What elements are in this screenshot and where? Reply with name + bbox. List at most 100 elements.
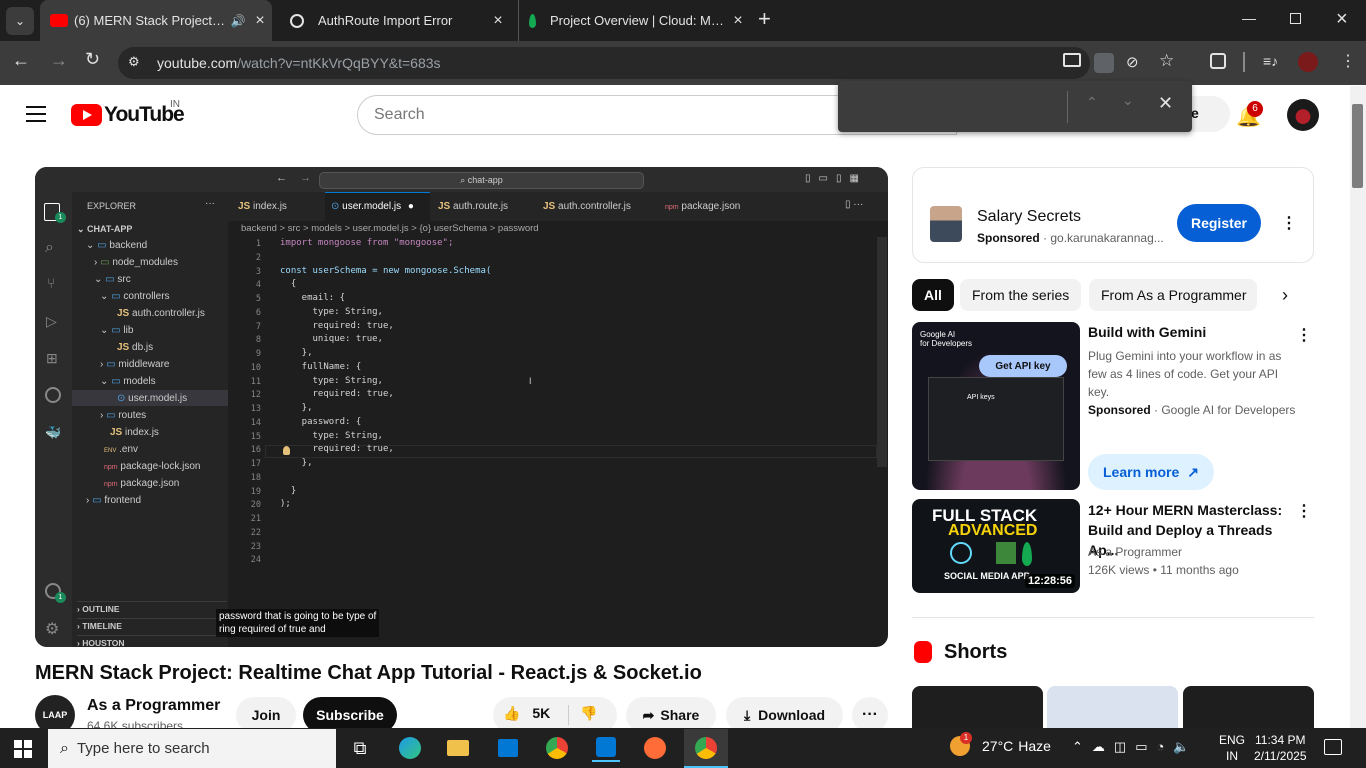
chrome-icon[interactable] [543, 734, 571, 762]
chip-from-as-a-programmer[interactable]: From As a Programmer [1089, 279, 1257, 311]
language-indicator[interactable]: ENG IN [1219, 732, 1245, 764]
code-line: unique: true, [280, 334, 383, 345]
short-thumbnail[interactable] [1183, 686, 1314, 728]
text-cursor-icon: I [529, 376, 532, 386]
video-menu-icon[interactable]: ⋮ [1296, 501, 1312, 521]
chip-from-series[interactable]: From the series [960, 279, 1082, 311]
show-hidden-icons[interactable]: ⌃ [1072, 739, 1092, 754]
eye-off-icon[interactable]: ⊘ [1126, 53, 1139, 71]
ad-menu-icon[interactable]: ⋮ [1281, 213, 1297, 233]
line-number: 14 [250, 417, 261, 428]
battery-icon[interactable]: ▭ [1135, 739, 1156, 754]
vscode-icon[interactable] [592, 734, 620, 762]
install-app-icon[interactable] [1063, 53, 1081, 67]
weather-widget[interactable]: 1 27°C Haze [950, 732, 1051, 756]
tab-title: AuthRoute Import Error [318, 13, 453, 28]
register-button[interactable]: Register [1177, 204, 1261, 242]
code-line: import mongoose from "mongoose"; [280, 238, 454, 248]
advertiser-name: Google AI for Developers [1161, 403, 1296, 417]
lang-code: ENG [1219, 733, 1246, 747]
site-info-icon[interactable]: ⚙ [128, 54, 140, 70]
notification-center-icon[interactable] [1324, 739, 1342, 755]
extensions-icon[interactable] [1210, 53, 1226, 69]
browser-tab-youtube[interactable]: (6) MERN Stack Project: Rea 🔊 × [40, 0, 272, 41]
learn-more-label: Learn more [1103, 464, 1180, 480]
browser-tab-mongodb[interactable]: Project Overview | Cloud: Mong × [518, 0, 750, 41]
ad-title[interactable]: Build with Gemini [1088, 324, 1206, 340]
tree-item: ⌄ ▭ models [100, 376, 156, 387]
channel-name[interactable]: As a Programmer [1088, 545, 1182, 559]
new-tab-button[interactable]: + [758, 8, 778, 32]
url-host: youtube.com [157, 55, 238, 71]
onedrive-icon[interactable]: ☁ [1092, 739, 1114, 754]
lens-icon[interactable] [1094, 53, 1114, 73]
minimize-button[interactable]: — [1242, 10, 1258, 30]
like-button[interactable]: 👍 5K [503, 705, 550, 722]
restore-button[interactable] [1290, 13, 1301, 24]
network-icon[interactable]: ◔ [1157, 739, 1174, 754]
file-explorer-icon[interactable] [444, 734, 472, 762]
account-avatar[interactable] [1287, 99, 1319, 131]
browser-tab-authroute[interactable]: AuthRoute Import Error × [280, 0, 510, 41]
ad-avatar[interactable] [930, 206, 962, 242]
media-controls-icon[interactable]: ≡♪ [1263, 53, 1278, 69]
task-view-icon[interactable]: ⧉ [346, 734, 374, 762]
video-thumbnail[interactable]: FULL STACK ADVANCED SOCIAL MEDIA APP 12:… [912, 499, 1080, 593]
reload-button[interactable]: ↻ [85, 49, 100, 70]
section-label: TIMELINE [82, 621, 122, 631]
close-tab-icon[interactable]: × [248, 12, 272, 30]
profile-avatar[interactable] [1298, 52, 1318, 72]
find-next-icon[interactable]: ⌄ [1122, 92, 1134, 109]
bookmark-star-icon[interactable]: ☆ [1159, 51, 1174, 71]
chips-next-icon[interactable]: › [1282, 285, 1288, 306]
store-icon[interactable] [494, 734, 522, 762]
dislike-button[interactable]: 👎 [580, 705, 597, 722]
close-window-button[interactable]: × [1336, 8, 1352, 30]
back-button[interactable]: ← [12, 50, 30, 71]
hamburger-menu-icon[interactable] [26, 106, 46, 122]
ad-title[interactable]: Salary Secrets [977, 208, 1081, 226]
video-player[interactable]: ← → ⌕ chat-app ▯▭▯▦ ⌕ ⑂ ▷ ⊞ 🐳 ⚙ EXPLORER… [35, 167, 888, 647]
speaker-icon[interactable]: 🔊 [228, 14, 248, 28]
find-input[interactable] [848, 91, 1063, 121]
find-previous-icon[interactable]: ⌃ [1086, 94, 1098, 111]
volume-icon[interactable]: 🔈 [1173, 739, 1198, 754]
postman-icon[interactable] [641, 734, 669, 762]
sponsored-label: Sponsored [1088, 403, 1151, 417]
taskbar-search[interactable]: ⌕ Type here to search [48, 729, 336, 768]
line-number: 23 [250, 541, 261, 552]
url-text: youtube.com/watch?v=ntKkVrQqBYY&t=683s [157, 55, 441, 71]
page-scrollbar[interactable] [1350, 86, 1366, 728]
clock[interactable]: 11:34 PM 2/11/2025 [1254, 732, 1307, 764]
close-tab-icon[interactable]: × [486, 12, 510, 30]
ad-menu-icon[interactable]: ⋮ [1296, 325, 1312, 345]
houston-section: › HOUSTON [77, 635, 227, 647]
windows-start-icon[interactable] [14, 740, 32, 758]
gemini-ad-thumbnail[interactable]: Google AI for Developers Get API key API… [912, 322, 1080, 490]
find-divider [1067, 91, 1068, 123]
chip-all[interactable]: All [912, 279, 954, 311]
youtube-logo[interactable]: YouTube [71, 103, 185, 127]
tab-search-button[interactable]: ⌄ [6, 7, 34, 35]
short-thumbnail[interactable] [1047, 686, 1178, 728]
line-number: 20 [250, 500, 261, 511]
code-line: email: { [280, 293, 346, 303]
run-debug-icon: ▷ [46, 313, 57, 329]
brand-line: Google AI [920, 330, 956, 339]
close-tab-icon[interactable]: × [726, 12, 750, 30]
wifi-icon[interactable]: ◫ [1114, 739, 1135, 754]
thumb-line: SOCIAL MEDIA APP [944, 571, 1030, 581]
extensions-icon: ⊞ [46, 350, 58, 366]
tree-label: package-lock.json [120, 461, 201, 472]
find-close-icon[interactable]: ✕ [1158, 93, 1173, 114]
active-chrome-icon[interactable] [684, 729, 728, 768]
channel-name[interactable]: As a Programmer [87, 697, 220, 715]
forward-button[interactable]: → [50, 50, 68, 71]
ad-meta: Sponsored · go.karunakarannag... [977, 231, 1164, 245]
tab-title: (6) MERN Stack Project: Rea [74, 13, 228, 28]
short-thumbnail[interactable] [912, 686, 1043, 728]
browser-menu-icon[interactable]: ⋮ [1340, 51, 1356, 71]
learn-more-button[interactable]: Learn more ↗ [1088, 454, 1214, 490]
edge-icon[interactable] [396, 734, 424, 762]
address-bar[interactable]: ⚙ youtube.com/watch?v=ntKkVrQqBYY&t=683s [118, 47, 1090, 79]
